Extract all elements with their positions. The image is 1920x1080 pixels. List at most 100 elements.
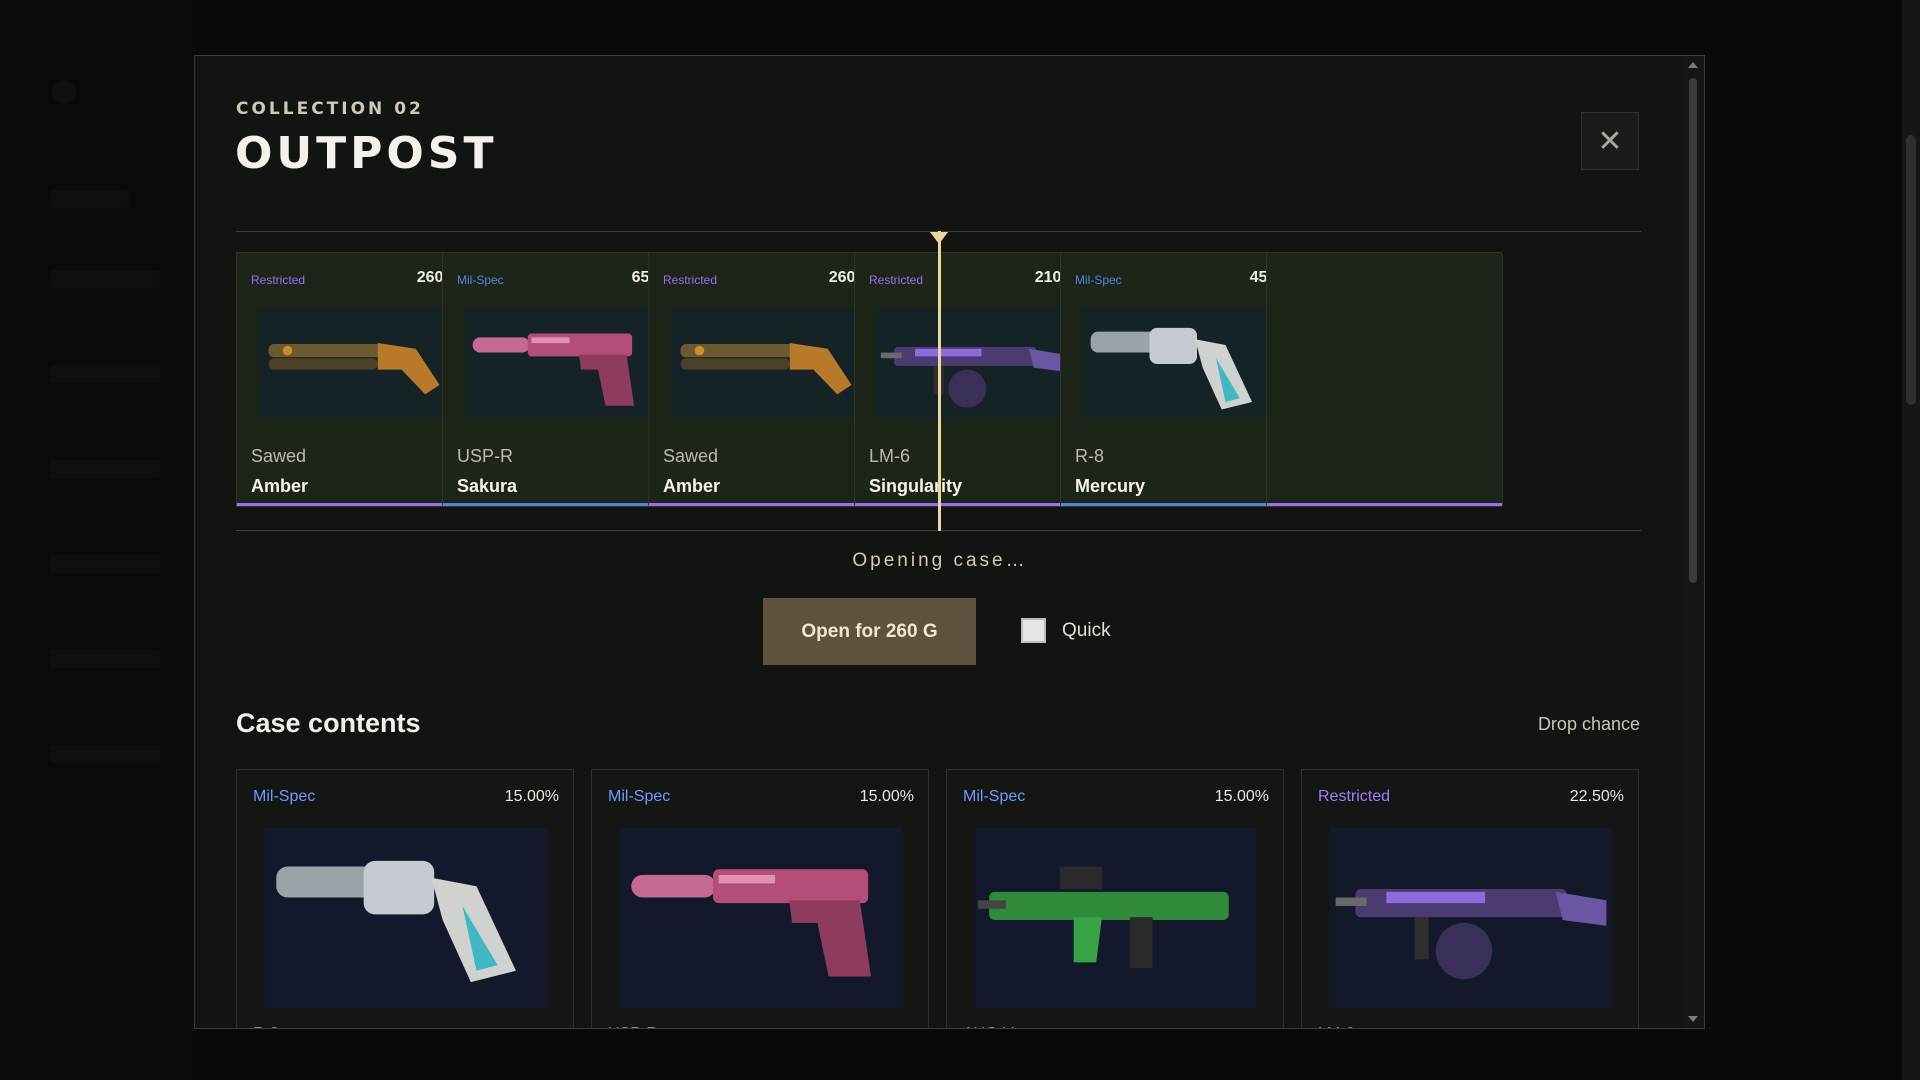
scroll-down-icon[interactable] [1688, 1016, 1698, 1022]
reel-item-image [465, 308, 655, 418]
lmg-shape [1435, 922, 1493, 980]
reel-item-price-value: 210 [1034, 269, 1062, 286]
reel-item-grade: Mil-Spec [1075, 273, 1122, 287]
content-item-image [620, 828, 902, 1008]
content-item-name: LM-6 [1318, 1025, 1354, 1028]
reel-item-image [259, 308, 449, 418]
pistol-shape [789, 900, 871, 977]
rarity-bar [237, 503, 472, 506]
reel-item-image [877, 308, 1067, 418]
content-item-name: USP-R [608, 1025, 658, 1028]
rarity-bar [1061, 503, 1296, 506]
reel-item-weapon: R-8 [1075, 446, 1105, 466]
lmg-shape [1414, 917, 1429, 960]
reel-item-weapon: Sawed [663, 446, 719, 466]
reel-item-skin: Sakura [457, 476, 518, 496]
lmg-shape [880, 352, 902, 359]
reel-item [1266, 252, 1503, 507]
reel-item-price-value: 65 [631, 269, 650, 286]
reel-item-grade: Restricted [869, 273, 924, 287]
rarity-bar [855, 503, 1090, 506]
case-content-item[interactable]: Mil-Spec 15.00% AUG-V [946, 769, 1284, 1028]
sawed-icon [268, 343, 440, 395]
scroll-up-icon[interactable] [1688, 62, 1698, 68]
content-item-chance: 15.00% [1214, 788, 1269, 805]
content-item-grade: Mil-Spec [253, 788, 316, 805]
reel-item: Mil-Spec 65G USP-R Sakura [442, 252, 679, 507]
content-item-image [975, 828, 1257, 1008]
sawed-shape [789, 343, 852, 395]
lmg-icon [880, 346, 1064, 408]
pistol-shape [631, 874, 716, 898]
modal-scrollbar[interactable] [1682, 56, 1704, 1028]
rifle-shape [1130, 917, 1153, 968]
case-content-item[interactable]: Mil-Spec 15.00% USP-R [591, 769, 929, 1028]
reel-item: Restricted 260G Sawed Amber [648, 252, 885, 507]
sawed-shape [694, 345, 705, 356]
reel-item-grade: Mil-Spec [457, 273, 504, 287]
quick-label[interactable]: Quick [1062, 620, 1111, 642]
reel-item-price-value: 45 [1249, 269, 1268, 286]
revolver-icon [1090, 327, 1253, 410]
content-item-grade: Mil-Spec [963, 788, 1026, 805]
sawed-icon [680, 343, 852, 395]
pistol-shape [713, 869, 869, 904]
lmg-shape [1335, 897, 1367, 906]
lmg-shape [1029, 348, 1064, 372]
sawed-shape [680, 358, 790, 370]
rifle-shape [989, 891, 1229, 921]
reel-item: Restricted 210G LM-6 Singularity [854, 252, 1091, 507]
modal-scrollbar-thumb[interactable] [1689, 78, 1697, 583]
sawed-shape [268, 358, 378, 370]
reel-item-grade: Restricted [251, 273, 306, 287]
case-content-item[interactable]: Mil-Spec 15.00% R-8 [236, 769, 574, 1028]
reel-item-weapon: Sawed [251, 446, 307, 466]
drop-chance-sort[interactable]: Drop chance [1538, 714, 1640, 735]
revolver-shape [363, 860, 435, 915]
sawed-shape [282, 345, 293, 356]
content-item-grade: Mil-Spec [608, 788, 671, 805]
content-item-chance: 15.00% [504, 788, 559, 805]
content-item-grade: Restricted [1318, 788, 1391, 805]
content-item-image [265, 828, 547, 1008]
reel-item-skin: Amber [251, 476, 309, 496]
opening-status: Opening case… [852, 550, 1028, 571]
close-button[interactable]: ✕ [1581, 112, 1639, 170]
page-scrollbar[interactable] [1902, 0, 1920, 1080]
rarity-bar [649, 503, 884, 506]
case-content-item[interactable]: Restricted 22.50% LM-6 [1301, 769, 1639, 1028]
sawed-shape [377, 343, 440, 395]
collection-eyebrow: COLLECTION 02 [236, 99, 424, 119]
case-modal: COLLECTION 02 OUTPOST ✕ 210G Restricted … [194, 55, 1705, 1029]
reel-item-price-value: 260 [416, 269, 444, 286]
pistol-shape [527, 333, 633, 357]
lmg-shape [915, 348, 982, 357]
close-icon: ✕ [1597, 123, 1623, 159]
reel-item-weapon: USP-R [457, 446, 514, 466]
content-item-chance: 15.00% [859, 788, 914, 805]
page-scrollbar-thumb[interactable] [1906, 135, 1916, 405]
pistol-shape [579, 354, 635, 406]
pistol-icon [631, 869, 871, 977]
quick-checkbox[interactable] [1021, 618, 1046, 643]
content-item-chance: 22.50% [1569, 788, 1624, 805]
rarity-bar [443, 503, 678, 506]
reel-item-skin: Amber [663, 476, 721, 496]
rarity-bar [1267, 503, 1502, 506]
rifle-icon [977, 866, 1229, 968]
pistol-shape [531, 337, 570, 344]
lmg-shape [948, 369, 987, 408]
reel-item-skin: Singularity [869, 476, 963, 496]
case-contents-title: Case contents [236, 708, 421, 738]
reel-item-weapon: LM-6 [869, 446, 911, 466]
reel-marker-line [938, 231, 941, 531]
pistol-shape [718, 874, 776, 884]
content-item-image [1330, 828, 1612, 1008]
lmg-icon [1335, 889, 1607, 980]
lmg-shape [1555, 891, 1607, 926]
reel-item-image [671, 308, 861, 418]
reel-item-image [1083, 308, 1273, 418]
case-title: OUTPOST [235, 128, 498, 179]
open-case-button[interactable]: Open for 260 G [763, 598, 976, 665]
content-item-name: AUG-V [963, 1025, 1014, 1028]
